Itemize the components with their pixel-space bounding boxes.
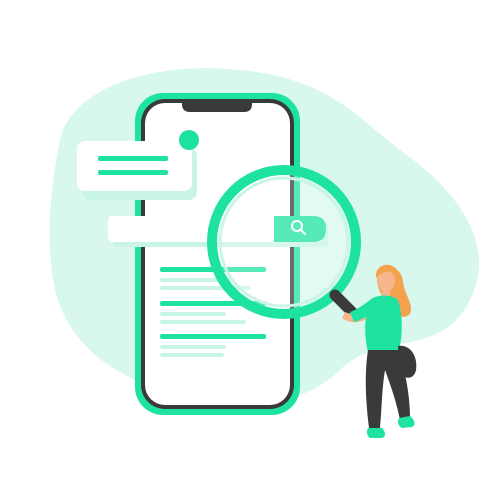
shoe-left — [366, 428, 385, 438]
result-text-2b — [160, 320, 246, 324]
shoe-right — [398, 416, 415, 428]
result-text-3 — [160, 345, 226, 349]
result-text-2 — [160, 312, 226, 316]
notification-badge — [179, 130, 199, 150]
magnifying-glass-icon — [207, 165, 361, 319]
result-title-3 — [160, 334, 266, 339]
result-text-3b — [160, 353, 224, 357]
notification-line-1 — [98, 156, 168, 161]
phone-notch — [182, 99, 252, 112]
notification-line-2 — [98, 170, 168, 175]
notification-card — [77, 141, 192, 191]
search-illustration — [49, 68, 480, 438]
illustration-stage — [0, 0, 500, 500]
